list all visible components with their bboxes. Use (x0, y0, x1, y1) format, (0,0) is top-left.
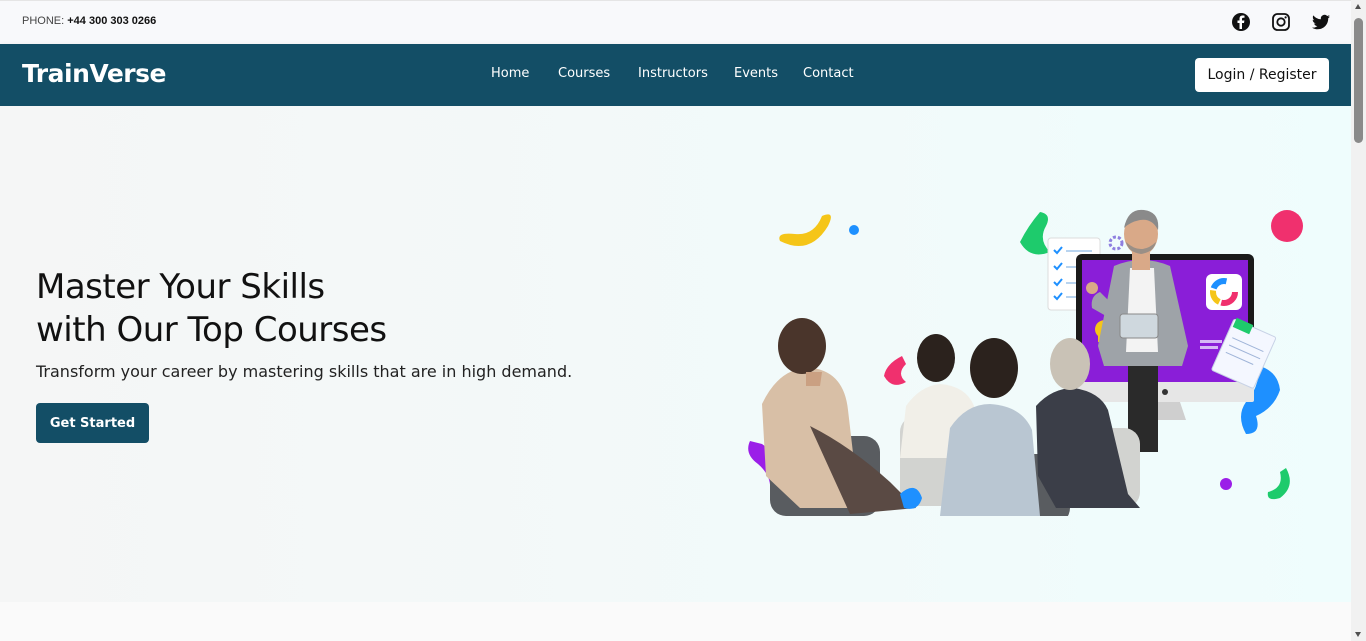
nav-home[interactable]: Home (491, 66, 529, 81)
get-started-button[interactable]: Get Started (36, 403, 149, 443)
scrollbar-thumb[interactable] (1354, 18, 1363, 143)
nav-events[interactable]: Events (734, 66, 778, 81)
brand-logo[interactable]: TrainVerse (22, 59, 166, 88)
nav-instructors[interactable]: Instructors (638, 66, 708, 81)
instagram-icon[interactable] (1271, 12, 1291, 32)
blue-dot-shape (849, 225, 859, 235)
page-scrollbar[interactable] (1351, 0, 1366, 641)
hero-title-line2: with Our Top Courses (36, 310, 387, 350)
hero-illustration (748, 209, 1303, 516)
gear-shape (1108, 235, 1124, 251)
phone-info: PHONE: +44 300 303 0266 (22, 15, 156, 27)
tablet-shape (1119, 313, 1159, 339)
phone-number[interactable]: +44 300 303 0266 (67, 15, 156, 27)
purple-dot-shape (1220, 478, 1232, 490)
next-section (0, 602, 1351, 641)
hero-section: Master Your Skills with Our Top Courses … (0, 106, 1351, 602)
phone-label: PHONE: (22, 15, 65, 27)
audience-woman-left (762, 318, 916, 514)
yellow-blob-shape (779, 214, 831, 246)
scroll-down-icon[interactable] (1355, 632, 1361, 637)
facebook-icon[interactable] (1231, 12, 1251, 32)
nav-contact[interactable]: Contact (803, 66, 854, 81)
hero-title-line1: Master Your Skills (36, 267, 325, 307)
nav-courses[interactable]: Courses (558, 66, 610, 81)
top-info-bar: PHONE: +44 300 303 0266 (0, 0, 1351, 44)
login-register-button[interactable]: Login / Register (1195, 58, 1329, 92)
green-small-blob-shape (1267, 468, 1290, 500)
audience-person-3 (940, 338, 1040, 516)
pink-dot-shape (1271, 210, 1303, 242)
pink-blob-shape (884, 356, 906, 385)
hero-subtitle: Transform your career by mastering skill… (36, 362, 573, 381)
green-blob-shape (1020, 212, 1050, 255)
main-navbar: TrainVerse Home Courses Instructors Even… (0, 44, 1351, 106)
hero-title: Master Your Skills with Our Top Courses (36, 266, 387, 352)
twitter-icon[interactable] (1311, 12, 1331, 32)
scroll-up-icon[interactable] (1355, 4, 1361, 9)
